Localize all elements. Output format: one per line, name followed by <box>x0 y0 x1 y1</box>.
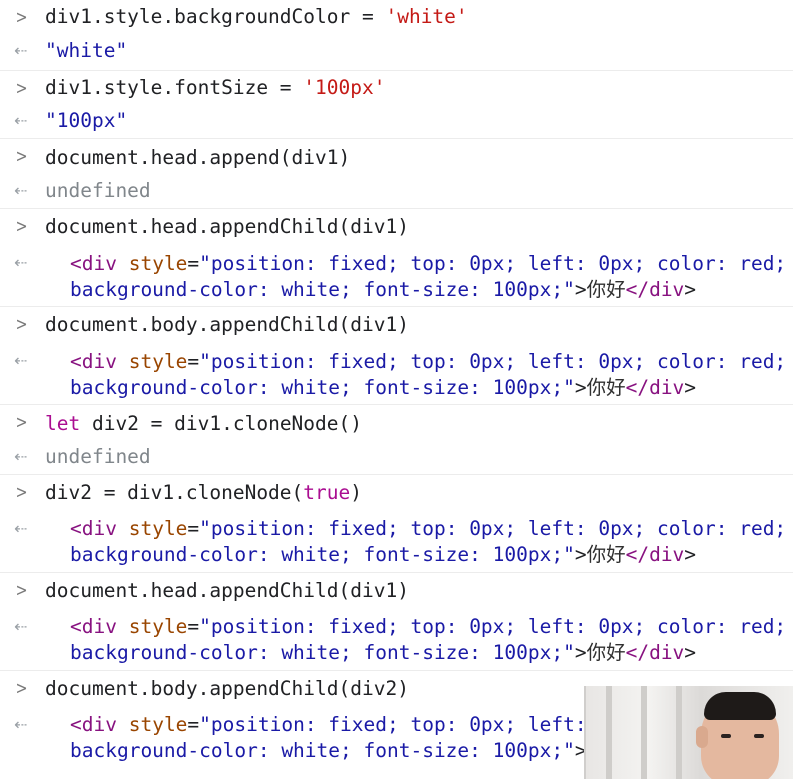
console-output: undefined <box>45 179 151 202</box>
console-input[interactable]: document.head.appendChild(div1) <box>45 578 409 604</box>
html-output-line[interactable]: background-color: white; font-size: 100p… <box>70 277 696 303</box>
html-output-line[interactable]: background-color: white; font-size: 100p… <box>70 542 696 568</box>
curtain-fold <box>676 686 682 779</box>
console-input[interactable]: document.head.appendChild(div1) <box>45 214 409 240</box>
console-input[interactable]: document.body.appendChild(div2) <box>45 676 409 702</box>
string-literal: 'white' <box>385 5 468 28</box>
console-output: "100px" <box>45 109 128 132</box>
chevron-right-icon: > <box>15 482 28 503</box>
html-output-line[interactable]: background-color: white; font-size: 100p… <box>70 640 696 666</box>
console-input[interactable]: let div2 = div1.cloneNode() <box>45 411 362 437</box>
boolean-literal: true <box>303 481 351 504</box>
keyword: let <box>45 412 81 435</box>
presenter-eye <box>754 734 764 738</box>
return-arrow-icon: ⇠ <box>14 111 28 130</box>
console-entry: > document.head.append(div1) ⇠ undefined <box>0 138 793 207</box>
console-entry: > document.body.appendChild(div1) ⇠ <div… <box>0 306 793 403</box>
return-arrow-icon: ⇠ <box>14 617 28 636</box>
return-arrow-icon: ⇠ <box>14 447 28 466</box>
html-output-line[interactable]: <div style="position: fixed; top: 0px; l… <box>70 251 786 277</box>
chevron-right-icon: > <box>15 78 28 99</box>
chevron-right-icon: > <box>15 216 28 237</box>
html-output-line[interactable]: background-color: white; font-size: 100p… <box>70 375 696 401</box>
console-entry: > let div2 = div1.cloneNode() ⇠ undefine… <box>0 404 793 473</box>
console-entry: > div2 = div1.cloneNode(true) ⇠ <div sty… <box>0 474 793 571</box>
chevron-right-icon: > <box>15 678 28 699</box>
chevron-right-icon: > <box>15 7 28 28</box>
return-arrow-icon: ⇠ <box>14 253 28 272</box>
return-arrow-icon: ⇠ <box>14 351 28 370</box>
presenter-hair <box>704 692 776 720</box>
html-output-line[interactable]: <div style="position: fixed; top: 0px; l… <box>70 516 786 542</box>
return-arrow-icon: ⇠ <box>14 41 28 60</box>
chevron-right-icon: > <box>15 314 28 335</box>
chevron-right-icon: > <box>15 580 28 601</box>
html-output-line[interactable]: <div style="position: fixed; top: 0px; l… <box>70 349 786 375</box>
console-entry: > document.head.appendChild(div1) ⇠ <div… <box>0 208 793 305</box>
console-input[interactable]: div2 = div1.cloneNode(true) <box>45 480 362 506</box>
string-literal: '100px' <box>303 76 386 99</box>
console-input[interactable]: div1.style.backgroundColor = 'white' <box>45 4 468 30</box>
console-input[interactable]: document.body.appendChild(div1) <box>45 312 409 338</box>
html-output-line[interactable]: <div style="position: fixed; top: 0px; l… <box>70 712 587 738</box>
webcam-overlay <box>584 686 793 779</box>
console-output: "white" <box>45 39 128 62</box>
chevron-right-icon: > <box>15 412 28 433</box>
presenter-ear <box>696 726 708 748</box>
curtain-fold <box>641 686 647 779</box>
html-output-line[interactable]: background-color: white; font-size: 100p… <box>70 738 606 764</box>
console-output: undefined <box>45 445 151 468</box>
curtain-fold <box>606 686 612 779</box>
return-arrow-icon: ⇠ <box>14 519 28 538</box>
devtools-console: > div1.style.backgroundColor = 'white' ⇠… <box>0 0 793 779</box>
console-input[interactable]: document.head.append(div1) <box>45 145 350 171</box>
chevron-right-icon: > <box>15 146 28 167</box>
console-entry: > div1.style.backgroundColor = 'white' ⇠… <box>0 0 793 68</box>
presenter-eye <box>721 734 731 738</box>
console-entry: > document.head.appendChild(div1) ⇠ <div… <box>0 572 793 669</box>
console-input[interactable]: div1.style.fontSize = '100px' <box>45 75 385 101</box>
html-output-line[interactable]: <div style="position: fixed; top: 0px; l… <box>70 614 786 640</box>
return-arrow-icon: ⇠ <box>14 715 28 734</box>
return-arrow-icon: ⇠ <box>14 181 28 200</box>
console-entry: > div1.style.fontSize = '100px' ⇠ "100px… <box>0 70 793 137</box>
